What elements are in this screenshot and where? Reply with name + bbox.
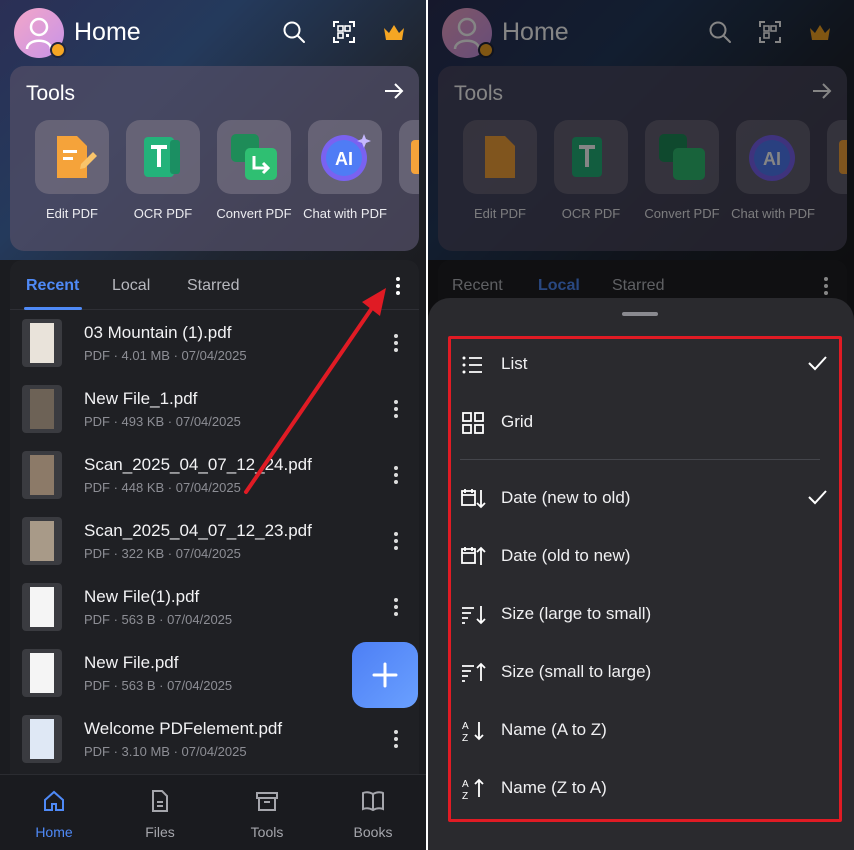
file-tabs: Recent Local Starred — [10, 260, 419, 310]
avatar[interactable] — [14, 8, 66, 58]
tool-convert-pdf[interactable]: Convert PDF — [209, 120, 299, 222]
annotation-highlight-box — [448, 336, 842, 822]
home-screen-right: Home Tools Edit PDF OCR PDF Convert PDF … — [428, 0, 854, 850]
nav-books[interactable]: Books — [333, 789, 413, 840]
sheet-drag-handle[interactable] — [622, 312, 658, 316]
ocr-pdf-icon — [144, 137, 180, 177]
edit-pdf-icon — [57, 136, 97, 178]
tools-title: Tools — [26, 82, 76, 105]
file-thumbnail — [22, 385, 62, 433]
active-tab-indicator — [24, 307, 82, 310]
svg-text:AI: AI — [335, 149, 353, 169]
ai-chat-icon: AI — [321, 134, 371, 181]
nav-files[interactable]: Files — [120, 789, 200, 840]
more-vertical-icon[interactable] — [393, 597, 399, 617]
tool-chat-with-pdf[interactable]: AI Chat with PDF — [300, 120, 390, 222]
file-row[interactable]: Welcome PDFelement.pdf PDF · 3.10 MB · 0… — [10, 707, 419, 773]
nav-tools[interactable]: Tools — [227, 789, 307, 840]
file-thumbnail — [22, 583, 62, 631]
add-button[interactable] — [352, 642, 418, 708]
convert-pdf-icon — [231, 134, 277, 180]
file-thumbnail — [22, 319, 62, 367]
book-icon — [362, 791, 384, 812]
more-vertical-icon[interactable] — [393, 465, 399, 485]
home-icon — [44, 790, 64, 811]
tool-partial[interactable]: In — [391, 120, 419, 222]
tools-card: Tools Edit PDF OCR PDF Convert PDF AI Ch… — [10, 66, 419, 251]
more-vertical-icon[interactable] — [395, 276, 401, 296]
sort-options-sheet: List Grid Date (new to old) Date (old to… — [428, 298, 854, 850]
tab-starred[interactable]: Starred — [187, 277, 239, 295]
app-header: Home — [0, 0, 426, 64]
bottom-navigation: Home Files Tools Books — [0, 774, 426, 850]
search-icon[interactable] — [282, 20, 306, 44]
nav-home[interactable]: Home — [14, 789, 94, 840]
premium-badge-icon — [50, 42, 66, 58]
file-row[interactable]: Scan_2025_04_07_12_23.pdf PDF · 322 KB ·… — [10, 509, 419, 575]
tool-edit-pdf[interactable]: Edit PDF — [27, 120, 117, 222]
file-thumbnail — [22, 451, 62, 499]
user-icon — [25, 17, 53, 50]
file-row[interactable]: New File(1).pdf PDF · 563 B · 07/04/2025 — [10, 575, 419, 641]
more-vertical-icon[interactable] — [393, 333, 399, 353]
arrow-right-icon[interactable] — [383, 80, 405, 102]
file-row[interactable]: Scan_2025_04_07_12_24.pdf PDF · 448 KB ·… — [10, 443, 419, 509]
tab-recent[interactable]: Recent — [26, 277, 79, 295]
file-icon — [152, 790, 168, 812]
file-thumbnail — [22, 715, 62, 763]
home-screen-left: Home Tools Edit PDF OCR PDF Convert PDF … — [0, 0, 426, 850]
scan-qr-icon[interactable] — [332, 20, 356, 44]
file-thumbnail — [22, 649, 62, 697]
partial-tool-icon — [411, 140, 419, 174]
more-vertical-icon[interactable] — [393, 729, 399, 749]
tab-local[interactable]: Local — [112, 277, 150, 295]
crown-icon[interactable] — [382, 20, 406, 44]
file-row[interactable]: 03 Mountain (1).pdf PDF · 4.01 MB · 07/0… — [10, 311, 419, 377]
toolbox-icon — [256, 792, 278, 811]
tool-ocr-pdf[interactable]: OCR PDF — [118, 120, 208, 222]
plus-icon — [372, 662, 398, 688]
page-title: Home — [74, 18, 141, 46]
more-vertical-icon[interactable] — [393, 531, 399, 551]
file-row[interactable]: New File_1.pdf PDF · 493 KB · 07/04/2025 — [10, 377, 419, 443]
file-thumbnail — [22, 517, 62, 565]
more-vertical-icon[interactable] — [393, 399, 399, 419]
